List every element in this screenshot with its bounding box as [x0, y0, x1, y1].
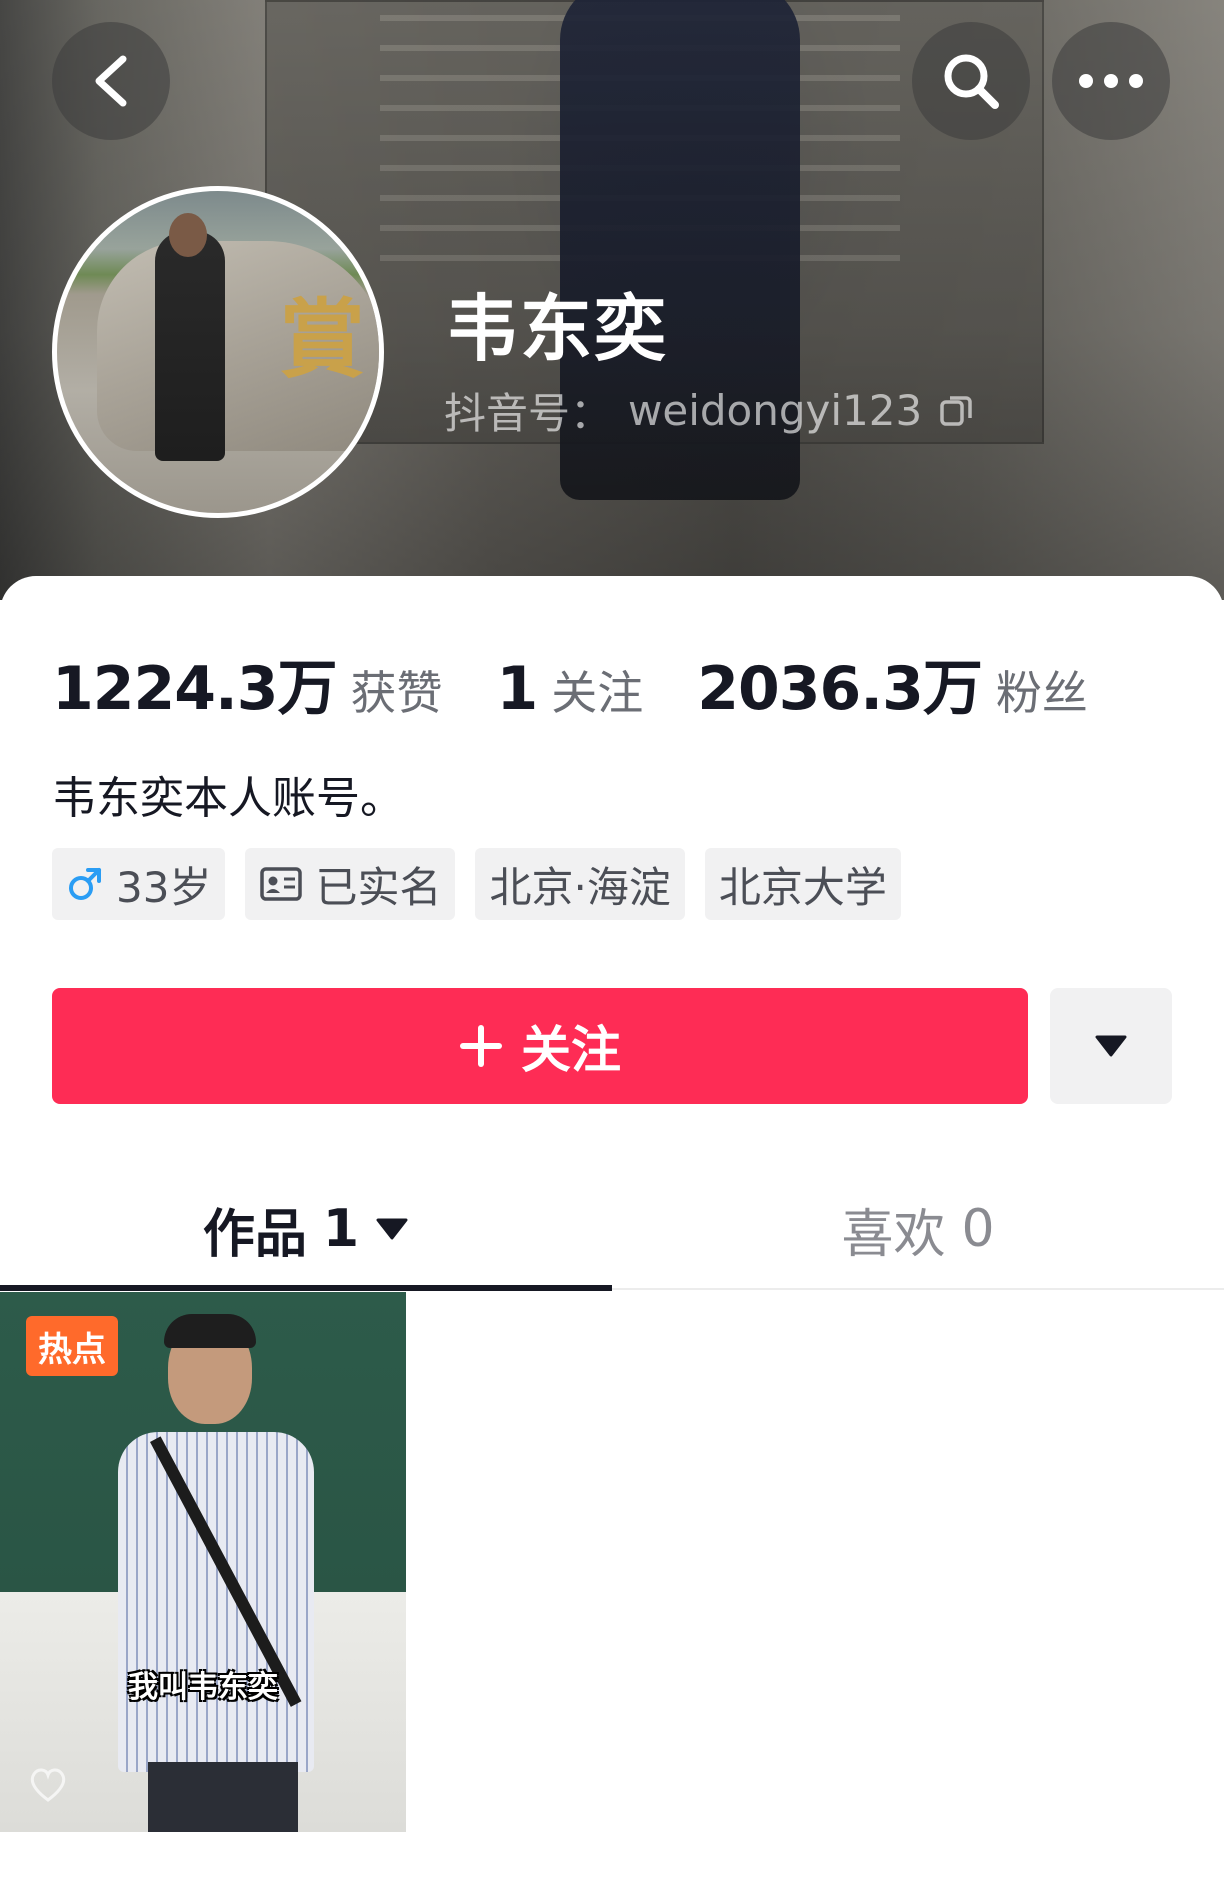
profile-name: 韦东奕 — [446, 287, 669, 371]
avatar[interactable]: 賞 — [52, 186, 384, 518]
plus-icon — [460, 1025, 502, 1067]
back-button[interactable] — [52, 22, 170, 140]
heart-icon — [30, 1768, 66, 1802]
stat-value: 2036.3万 — [697, 654, 983, 724]
stat-label: 获赞 — [350, 666, 443, 720]
douyin-id-label: 抖音号： — [444, 388, 613, 438]
content-tabs: 作品 1 喜欢 0 — [0, 1170, 1224, 1291]
profile-tags: 33岁 已实名 北京·海淀 北京大学 — [52, 848, 901, 920]
recommend-dropdown-button[interactable] — [1050, 988, 1172, 1104]
stats-row: 1224.3万 获赞 1 关注 2036.3万 粉丝 — [52, 640, 1088, 724]
search-icon — [944, 54, 999, 109]
douyin-id-value: weidongyi123 — [628, 385, 923, 435]
tag-label: 已实名 — [315, 862, 442, 912]
copy-icon[interactable] — [938, 392, 974, 428]
tab-label: 喜欢 — [841, 1204, 946, 1265]
tab-count: 1 — [322, 1199, 360, 1259]
tab-label: 作品 — [202, 1204, 307, 1265]
triangle-down-icon — [1095, 1035, 1127, 1057]
stat-value: 1 — [496, 654, 539, 724]
douyin-id-row[interactable]: 抖音号： weidongyi123 — [444, 385, 974, 438]
stat-label: 粉丝 — [995, 666, 1088, 720]
male-icon — [69, 868, 101, 900]
rock-carving: 賞 — [279, 289, 365, 390]
video-caption: 我叫韦东奕 — [128, 1670, 278, 1705]
more-button[interactable] — [1052, 22, 1170, 140]
stat-followers[interactable]: 2036.3万 粉丝 — [697, 640, 1088, 727]
tab-works[interactable]: 作品 1 — [0, 1170, 612, 1291]
active-tab-indicator — [0, 1285, 612, 1291]
tag-school[interactable]: 北京大学 — [704, 848, 901, 920]
stat-likes[interactable]: 1224.3万 获赞 — [52, 640, 443, 727]
tag-label: 北京·海淀 — [489, 862, 671, 912]
hot-badge: 热点 — [26, 1316, 118, 1376]
stat-label: 关注 — [551, 666, 644, 720]
follow-button-label: 关注 — [521, 1021, 621, 1079]
chevron-left-icon — [95, 55, 127, 107]
stat-value: 1224.3万 — [52, 654, 338, 724]
tag-age: 33岁 — [52, 848, 226, 920]
follow-button[interactable]: 关注 — [52, 988, 1028, 1104]
bio-text: 韦东奕本人账号。 — [52, 773, 404, 824]
tab-count: 0 — [961, 1199, 995, 1259]
stat-following[interactable]: 1 关注 — [497, 654, 644, 724]
tab-likes[interactable]: 喜欢 0 — [612, 1170, 1224, 1288]
tag-verified[interactable]: 已实名 — [245, 848, 456, 920]
triangle-down-icon[interactable] — [375, 1217, 409, 1241]
tag-label: 北京大学 — [718, 862, 887, 912]
tag-location[interactable]: 北京·海淀 — [475, 848, 685, 920]
more-horizontal-icon — [1079, 74, 1143, 88]
search-button[interactable] — [912, 22, 1030, 140]
video-thumbnail[interactable]: 热点 我叫韦东奕 — [0, 1292, 406, 1832]
tag-label: 33岁 — [116, 862, 212, 912]
id-card-icon — [260, 867, 303, 901]
